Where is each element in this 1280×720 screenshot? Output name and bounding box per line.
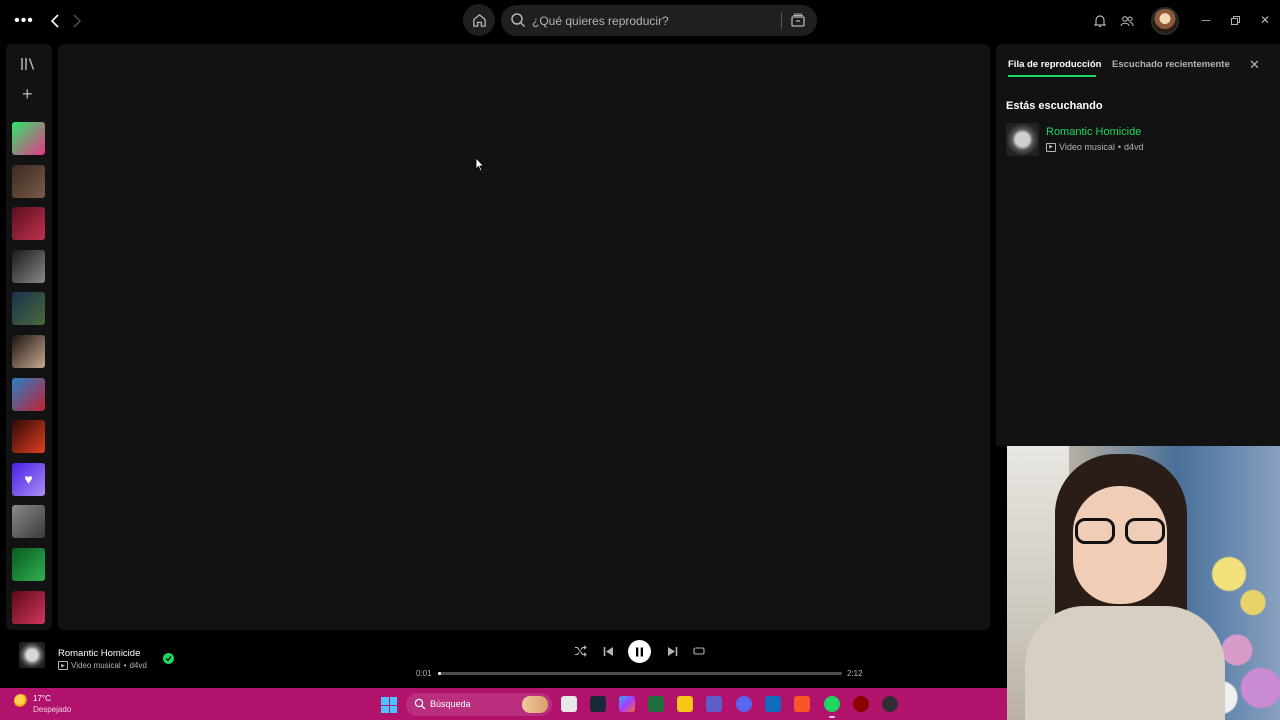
minimize-window-icon[interactable]: ─ [1199, 12, 1213, 28]
sidebar-playlist-item[interactable] [12, 122, 45, 155]
main-view [58, 44, 990, 630]
sidebar-playlist-item[interactable] [12, 548, 45, 581]
queue-track-subtitle: ▶ Video musical • d4vd [1046, 142, 1144, 152]
sidebar-playlist-item[interactable] [12, 249, 45, 283]
windows-taskbar: 17°C Despejado Búsqueda [0, 688, 1007, 720]
taskbar-search[interactable]: Búsqueda [406, 693, 552, 716]
previous-track-icon[interactable] [601, 644, 615, 658]
library-sidebar: + ♥ [6, 44, 52, 630]
discord-icon[interactable] [736, 696, 752, 712]
home-button[interactable] [463, 4, 495, 36]
queue-track-type: Video musical [1059, 142, 1115, 152]
sidebar-playlist-item[interactable] [12, 420, 45, 454]
sidebar-playlist-item[interactable] [12, 164, 45, 198]
search-icon [511, 13, 526, 28]
player-cover-art[interactable] [19, 642, 45, 668]
taskbar-search-label: Búsqueda [430, 699, 471, 709]
webcam-overlay [1007, 446, 1280, 720]
sidebar-playlist-item[interactable] [12, 335, 45, 368]
forward-arrow-icon[interactable] [68, 10, 86, 32]
spotify-icon[interactable] [824, 696, 840, 712]
weather-description[interactable]: Despejado [33, 705, 71, 714]
active-tab-indicator [1008, 75, 1096, 77]
mouse-cursor-icon [475, 157, 485, 172]
separator: • [123, 661, 127, 670]
now-playing-bar: Romantic Homicide ▶ Video musical • d4vd… [0, 634, 1007, 688]
library-icon[interactable] [20, 56, 36, 72]
queue-track-artist[interactable]: d4vd [1124, 142, 1144, 152]
sidebar-playlist-item[interactable] [12, 292, 45, 326]
repeat-icon[interactable] [692, 644, 706, 658]
sidebar-playlist-item[interactable] [12, 590, 45, 624]
home-icon [472, 13, 486, 27]
player-track-artist[interactable]: d4vd [129, 661, 146, 670]
brave-browser-icon[interactable] [794, 696, 810, 712]
back-arrow-icon[interactable] [46, 10, 64, 32]
teams-icon[interactable] [706, 696, 722, 712]
now-playing-heading: Estás escuchando [1006, 100, 1103, 112]
close-window-icon[interactable]: ✕ [1258, 12, 1272, 28]
create-playlist-icon[interactable]: + [22, 85, 33, 103]
tab-queue[interactable]: Fila de reproducción [1008, 59, 1101, 70]
app-icon-red[interactable] [853, 696, 869, 712]
progress-fill [438, 672, 442, 675]
tab-recently-played[interactable]: Escuchado recientemente [1112, 59, 1230, 70]
weather-temperature[interactable]: 17°C [33, 694, 51, 703]
pause-icon [636, 647, 643, 656]
total-time: 2:12 [847, 669, 863, 678]
browse-icon[interactable] [790, 12, 806, 28]
player-track-subtitle: ▶ Video musical • d4vd [58, 661, 147, 670]
outlook-icon[interactable] [765, 696, 781, 712]
sidebar-playlist-item[interactable] [12, 207, 45, 241]
top-bar: ••• ─ ✕ [0, 0, 1280, 42]
friend-activity-icon[interactable] [1119, 12, 1135, 30]
obs-icon[interactable] [882, 696, 898, 712]
glasses [1075, 518, 1167, 546]
restore-window-icon[interactable] [1228, 12, 1242, 28]
current-time: 0:01 [416, 669, 432, 678]
queue-panel: Fila de reproducción Escuchado recientem… [996, 44, 1280, 446]
active-app-indicator [829, 716, 835, 718]
more-options-icon[interactable]: ••• [12, 10, 36, 32]
music-video-icon: ▶ [58, 661, 68, 670]
search-icon [414, 698, 426, 710]
notifications-bell-icon[interactable] [1092, 12, 1108, 30]
search-divider [781, 12, 782, 29]
now-playing-cover[interactable] [1006, 123, 1039, 156]
search-bar[interactable] [501, 5, 817, 36]
pause-button[interactable] [628, 640, 651, 663]
task-view-icon[interactable] [561, 696, 577, 712]
player-track-title[interactable]: Romantic Homicide [58, 648, 140, 659]
queue-track-title[interactable]: Romantic Homicide [1046, 126, 1141, 138]
file-explorer-icon[interactable] [677, 696, 693, 712]
next-track-icon[interactable] [665, 644, 679, 658]
excel-icon[interactable] [648, 696, 664, 712]
weather-sun-icon[interactable] [14, 694, 28, 708]
steam-icon[interactable] [590, 696, 606, 712]
heart-icon: ♥ [24, 471, 33, 488]
sidebar-playlist-item[interactable] [12, 377, 45, 411]
music-video-icon: ▶ [1046, 142, 1056, 152]
player-track-type: Video musical [71, 661, 121, 670]
copilot-icon[interactable] [619, 696, 635, 712]
playback-progress-bar[interactable] [438, 672, 842, 675]
shuffle-icon[interactable] [573, 644, 587, 658]
user-avatar[interactable] [1151, 7, 1179, 35]
windows-start-icon[interactable] [381, 697, 397, 713]
liked-songs-playlist[interactable]: ♥ [12, 462, 45, 496]
sidebar-playlist-item[interactable] [12, 505, 45, 539]
search-input[interactable] [532, 12, 772, 29]
search-highlight-image [522, 696, 548, 713]
separator: • [1117, 142, 1122, 152]
saved-check-icon[interactable] [163, 653, 174, 664]
close-panel-icon[interactable]: ✕ [1249, 57, 1260, 73]
